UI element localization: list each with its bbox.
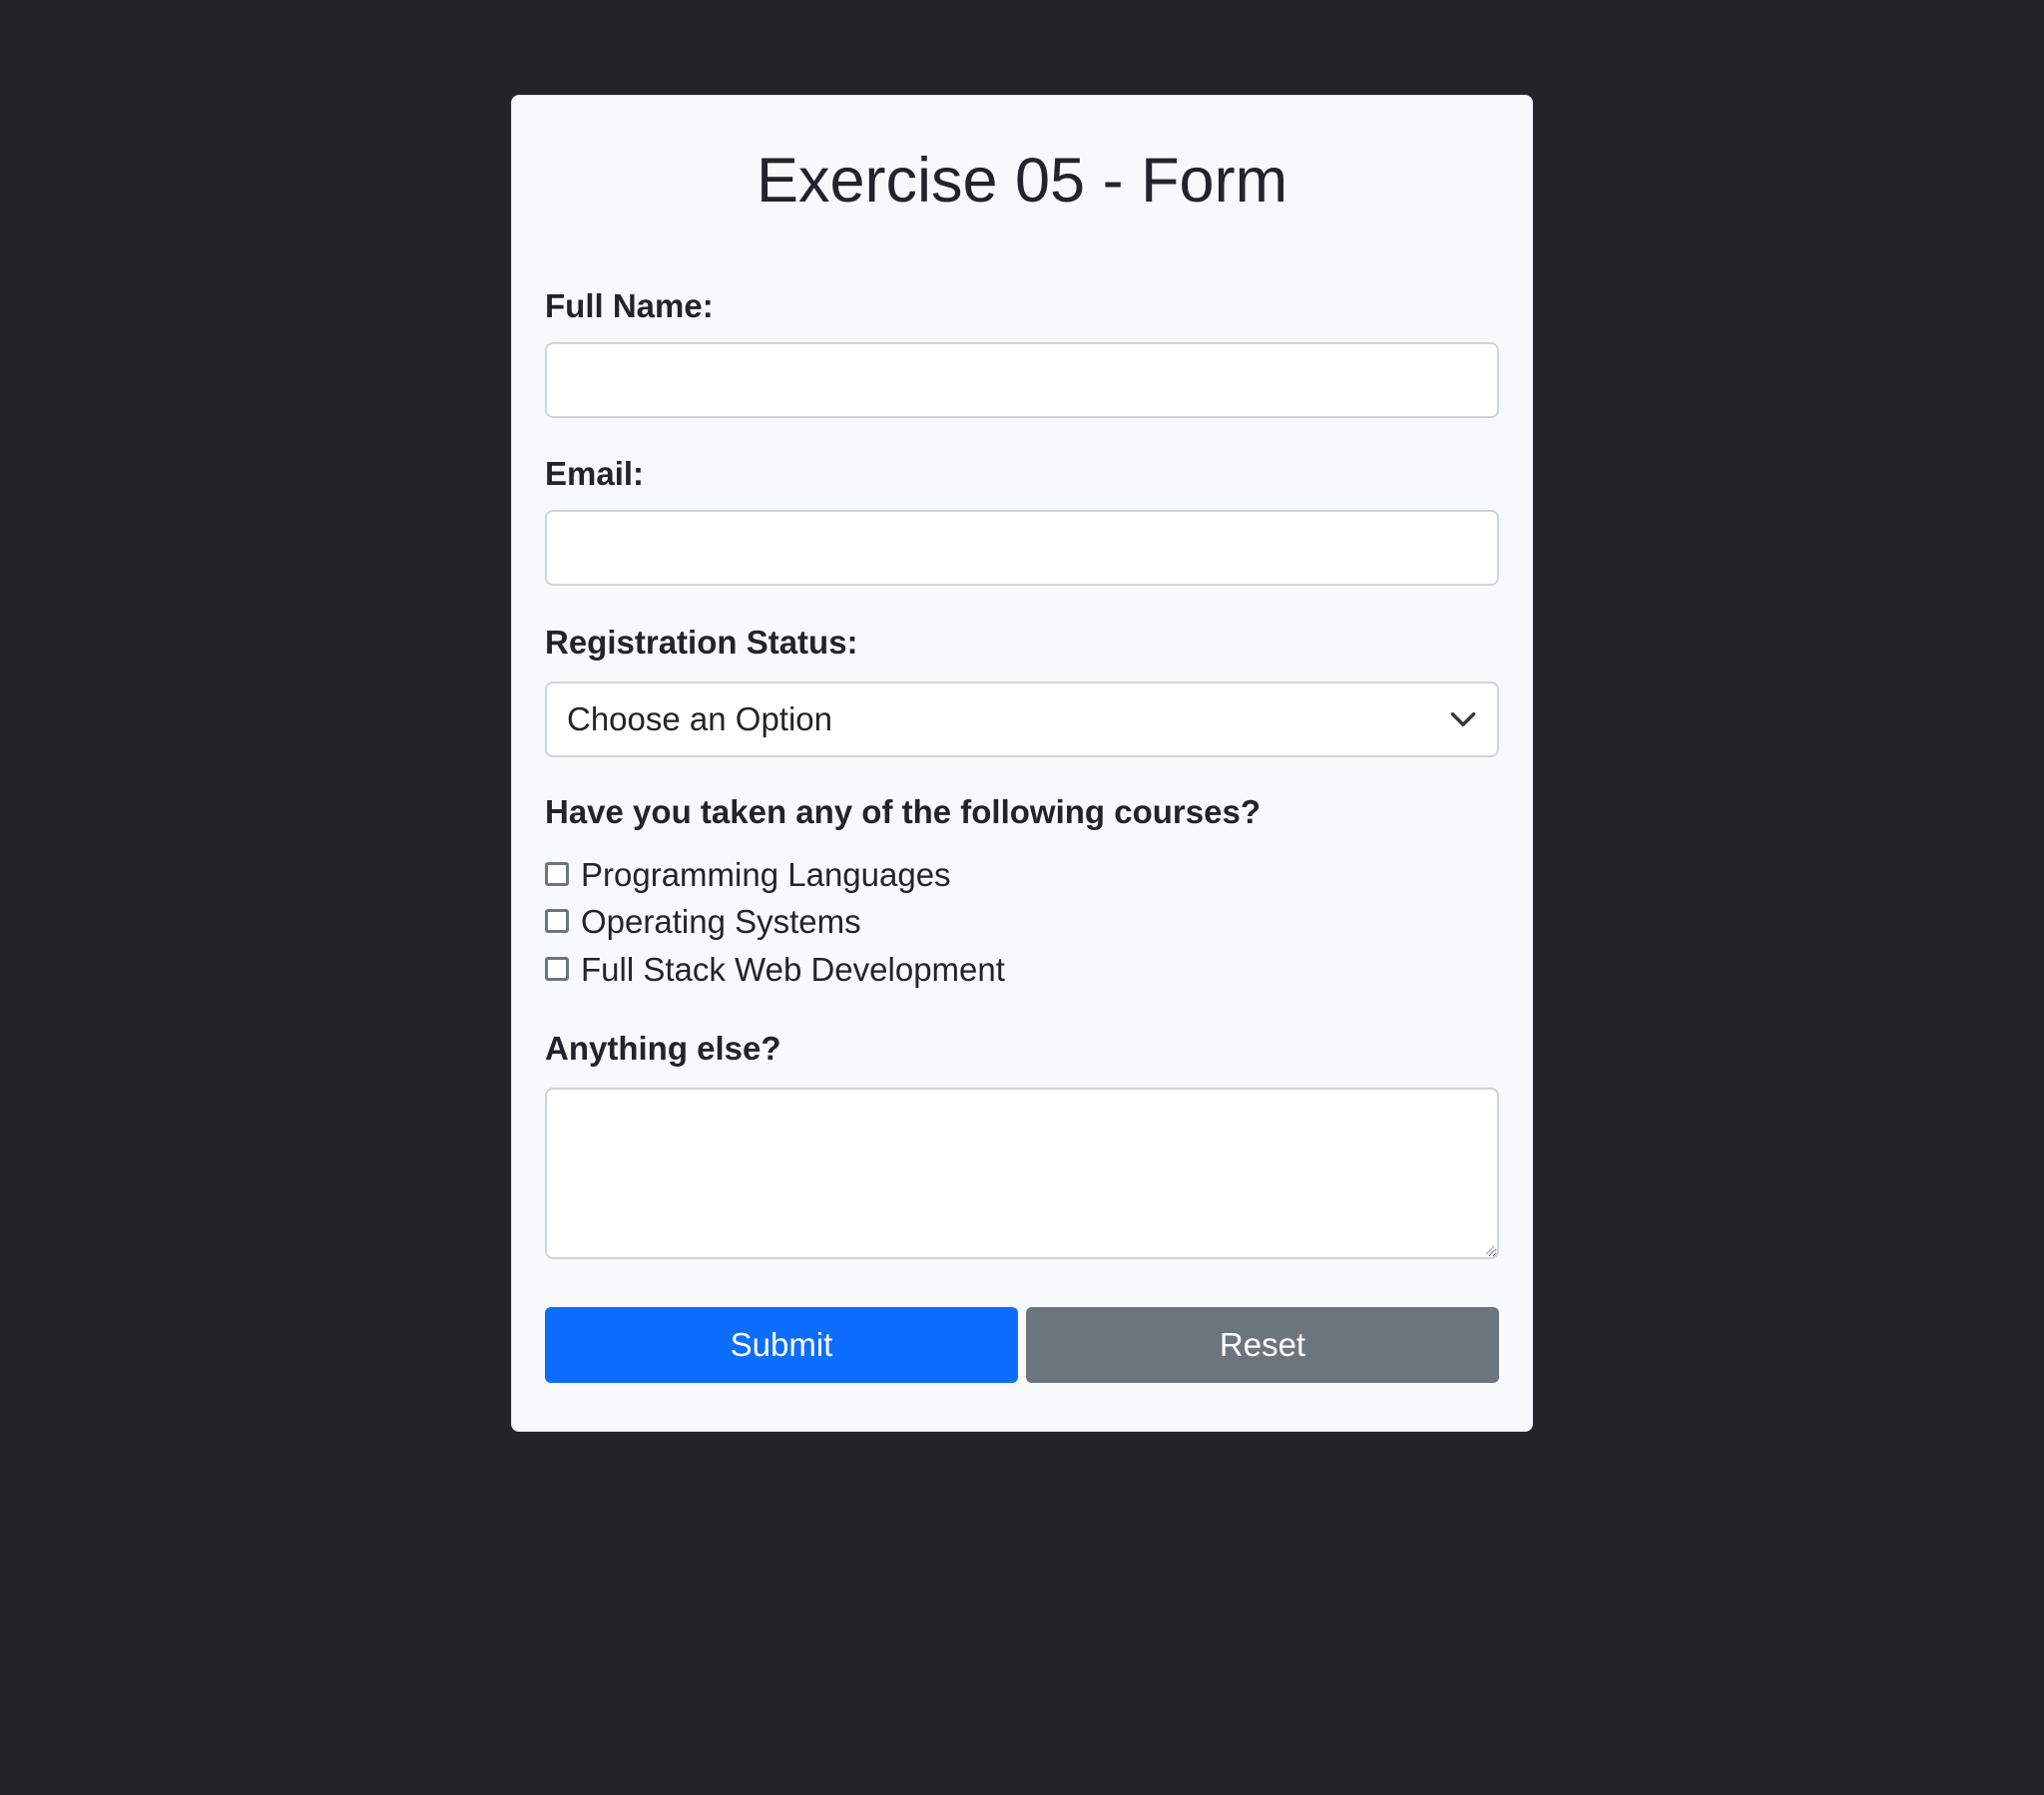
course-option-operating-systems[interactable]: Operating Systems [545, 901, 861, 941]
anything-else-textarea[interactable] [545, 1088, 1499, 1259]
full-name-input[interactable] [545, 342, 1499, 418]
courses-question: Have you taken any of the following cour… [545, 793, 1261, 830]
programming-languages-checkbox[interactable] [545, 862, 569, 886]
page-title: Exercise 05 - Form [756, 146, 1288, 216]
reset-button[interactable]: Reset [1026, 1307, 1499, 1383]
registration-status-select[interactable]: Choose an Option [545, 681, 1499, 757]
anything-else-wrapper [545, 1088, 1499, 1259]
anything-else-label: Anything else? [545, 1030, 781, 1067]
course-option-full-stack-web-development[interactable]: Full Stack Web Development [545, 949, 1005, 989]
operating-systems-label: Operating Systems [581, 902, 861, 940]
full-name-label: Full Name: [545, 287, 714, 324]
operating-systems-checkbox[interactable] [545, 909, 569, 933]
full-stack-web-development-checkbox[interactable] [545, 957, 569, 981]
registration-status-selected: Choose an Option [567, 700, 833, 737]
programming-languages-label: Programming Languages [581, 855, 951, 893]
full-stack-web-development-label: Full Stack Web Development [581, 950, 1005, 988]
registration-status-label: Registration Status: [545, 624, 858, 661]
submit-button[interactable]: Submit [545, 1307, 1018, 1383]
email-input[interactable] [545, 510, 1499, 586]
email-label: Email: [545, 455, 645, 492]
course-option-programming-languages[interactable]: Programming Languages [545, 854, 951, 894]
chevron-down-icon [1450, 712, 1476, 726]
resize-grip-icon[interactable] [1481, 1241, 1495, 1255]
